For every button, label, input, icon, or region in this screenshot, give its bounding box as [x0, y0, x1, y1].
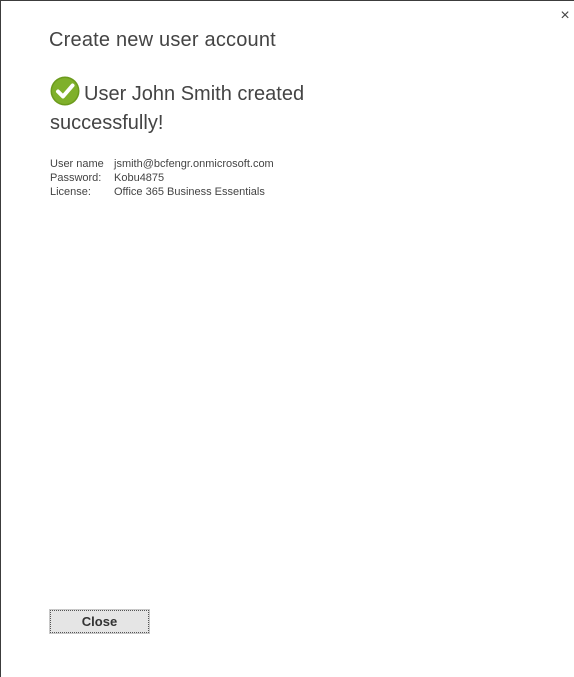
account-details: User name jsmith@bcfengr.onmicrosoft.com… — [50, 157, 274, 199]
detail-label: License: — [50, 186, 91, 198]
detail-value: Office 365 Business Essentials — [114, 186, 265, 198]
detail-value: jsmith@bcfengr.onmicrosoft.com — [114, 158, 274, 170]
check-circle-icon — [50, 76, 80, 106]
close-button[interactable]: Close — [49, 609, 150, 634]
detail-row-password: Password: Kobu4875 — [50, 171, 274, 185]
detail-label: User name — [50, 158, 104, 170]
detail-row-license: License: Office 365 Business Essentials — [50, 185, 274, 199]
dialog-close-icon[interactable]: × — [558, 8, 572, 24]
success-text: User John Smith created successfully! — [50, 83, 305, 134]
detail-value: Kobu4875 — [114, 172, 165, 184]
create-user-dialog: × Create new user account User John Smit… — [0, 0, 574, 677]
success-message: User John Smith created successfully! — [50, 76, 350, 138]
dialog-title: Create new user account — [49, 29, 276, 51]
detail-label: Password: — [50, 172, 102, 184]
detail-row-username: User name jsmith@bcfengr.onmicrosoft.com — [50, 157, 274, 171]
